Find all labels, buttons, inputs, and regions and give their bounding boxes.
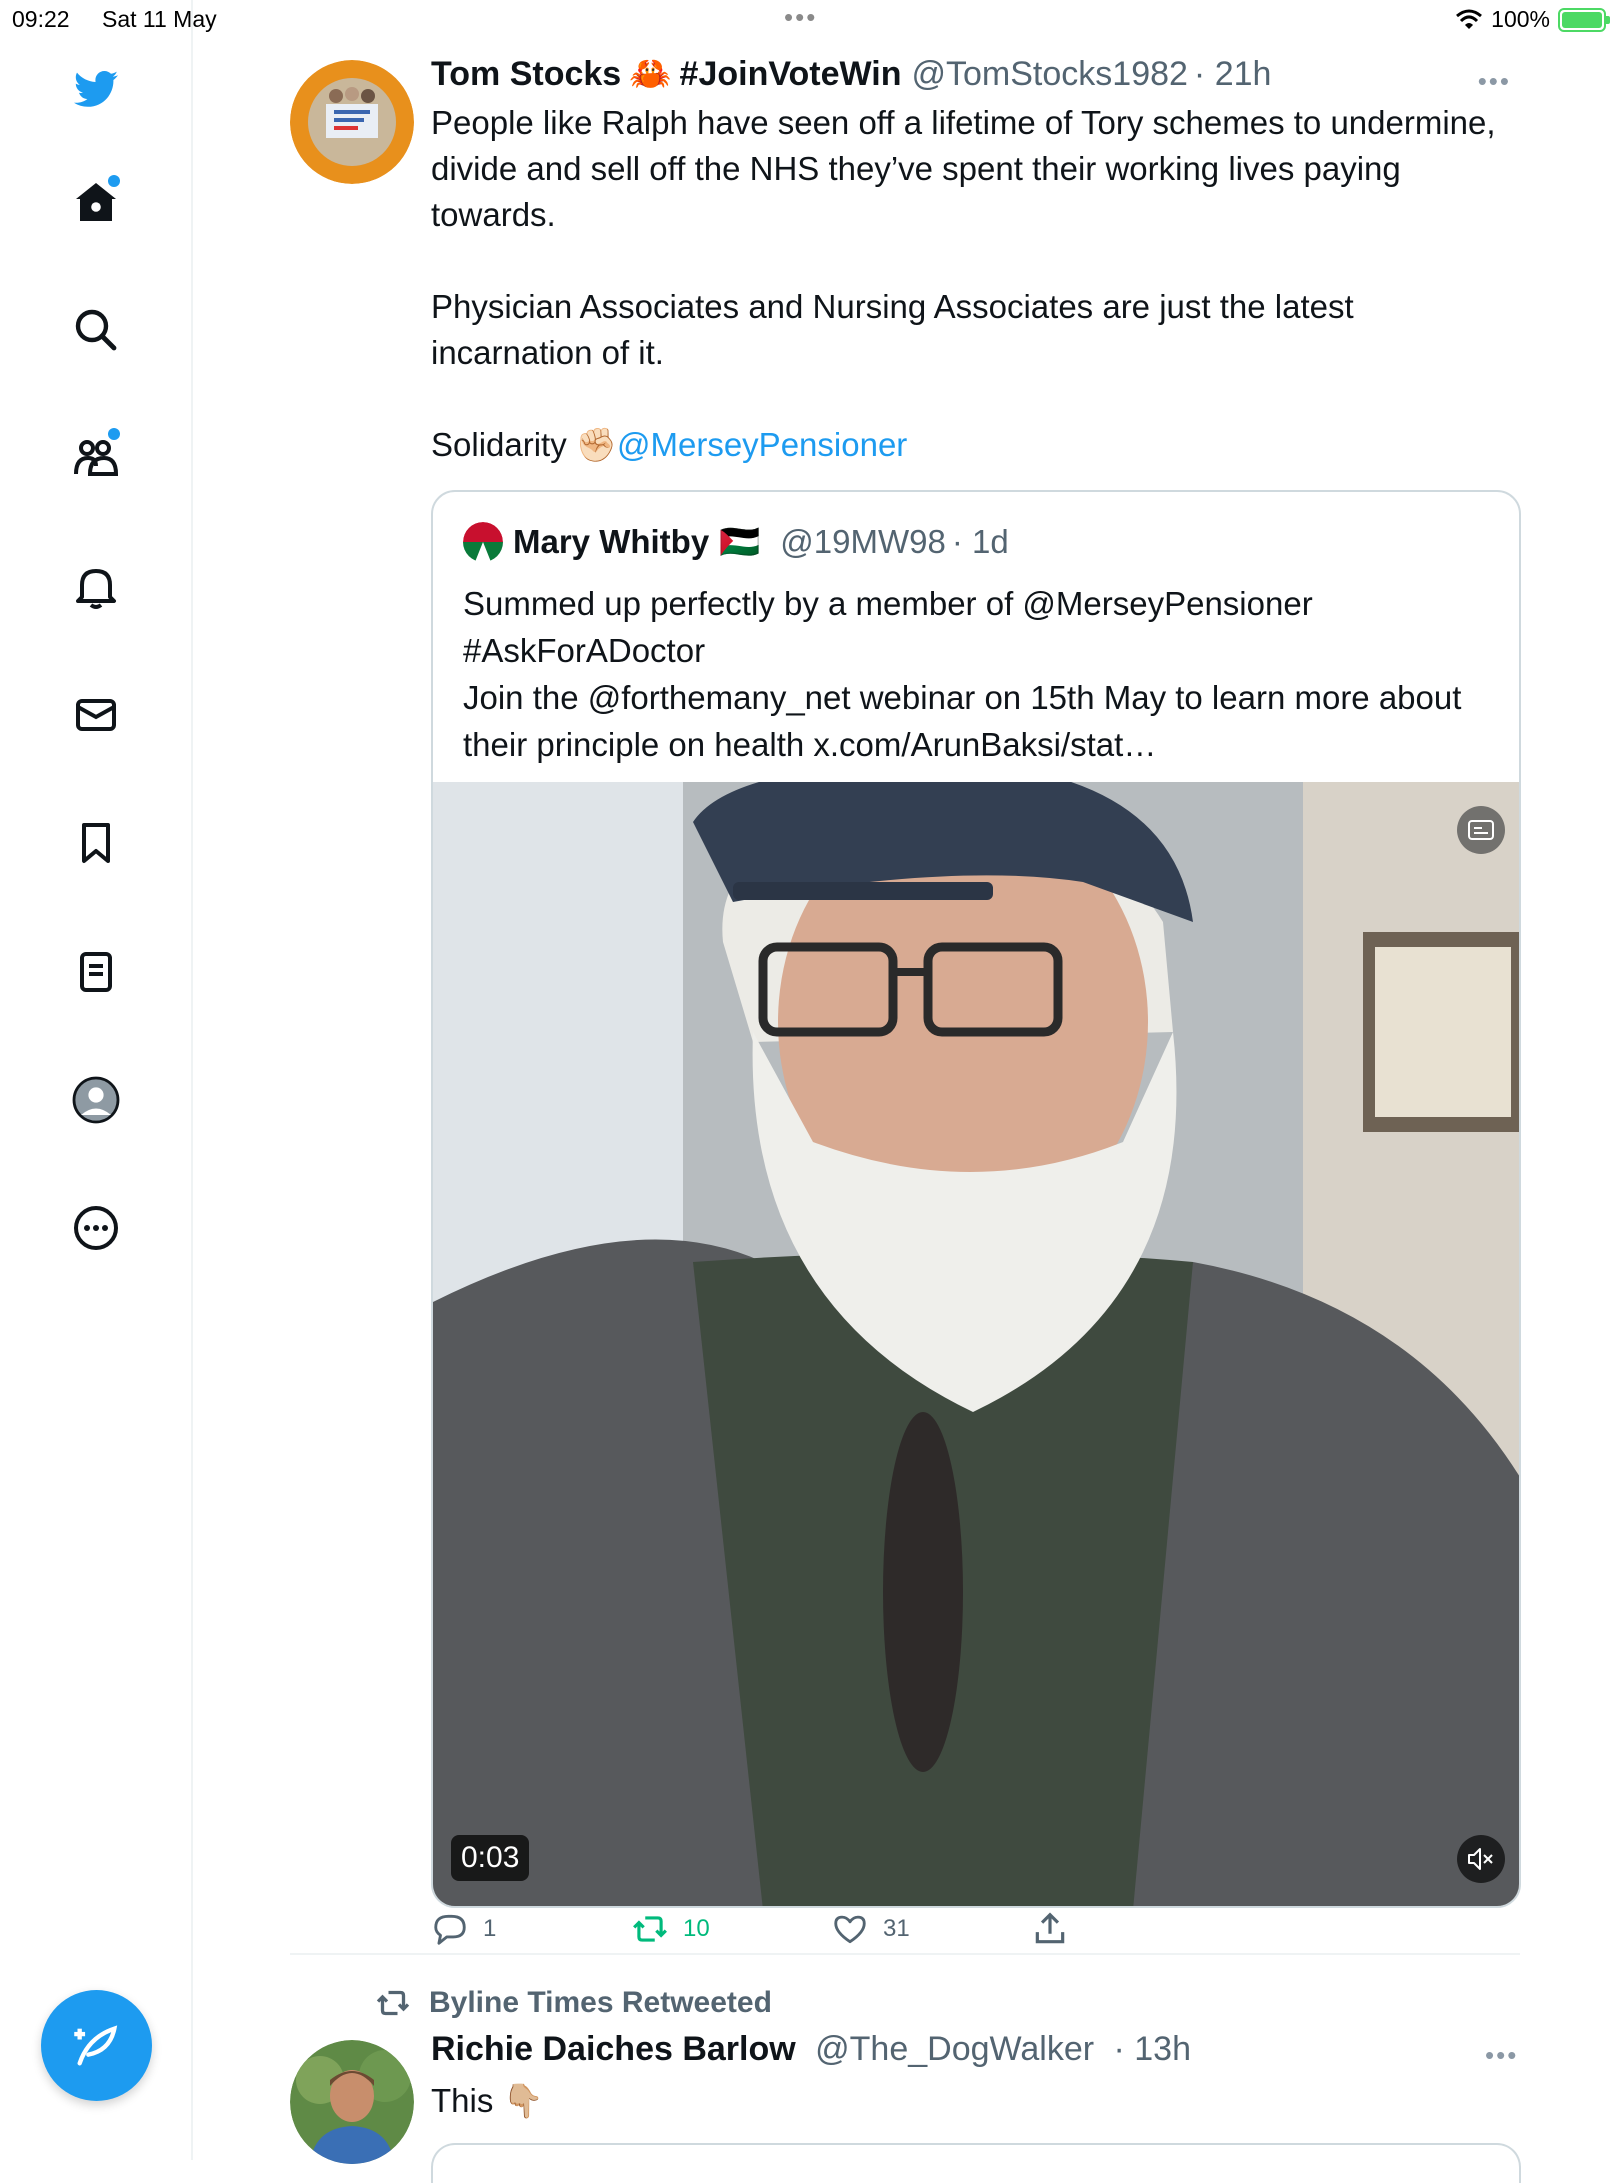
tweet-paragraph: People like Ralph have seen off a lifeti… <box>431 104 1496 233</box>
tweet-divider <box>290 1953 1520 1955</box>
retweeted-by[interactable]: Byline Times Retweeted <box>375 1985 772 2021</box>
communities-icon[interactable] <box>66 428 126 488</box>
mention-link[interactable]: @MerseyPensioner <box>617 426 907 463</box>
compose-button[interactable] <box>41 1990 152 2101</box>
communities-notification-dot <box>108 428 120 440</box>
tweet-time[interactable]: · 21h <box>1194 55 1272 94</box>
quote-header: Mary Whitby 🇵🇸 @19MW98 · 1d <box>463 522 1009 562</box>
author-name-suffix[interactable]: #JoinVoteWin <box>680 55 902 94</box>
like-button[interactable]: 31 <box>831 1910 910 1948</box>
quote-line: Summed up perfectly by a member of @Mers… <box>463 585 1313 622</box>
retweet-small-icon <box>376 1990 410 2016</box>
pointing-down-emoji: 👇🏼 <box>502 2082 544 2119</box>
tweet-header: Tom Stocks 🦀 #JoinVoteWin @TomStocks1982… <box>431 54 1511 100</box>
mail-icon[interactable] <box>66 685 126 745</box>
retweet-icon <box>633 1916 667 1942</box>
quote-author-handle[interactable]: @19MW98 <box>780 523 946 561</box>
video-duration: 0:03 <box>451 1835 530 1881</box>
tweet2-author-handle[interactable]: @The_DogWalker <box>815 2030 1094 2068</box>
reply-icon <box>434 1914 466 1945</box>
like-count: 31 <box>883 1915 910 1942</box>
quote-line: Join the @forthemany_net webinar on 15th… <box>463 679 1462 763</box>
author-avatar[interactable] <box>290 60 414 184</box>
solidarity-text: Solidarity <box>431 426 567 463</box>
tweet2-author-avatar[interactable] <box>290 2040 414 2164</box>
video-frame <box>433 782 1519 1906</box>
tweet2-header: Richie Daiches Barlow @The_DogWalker · 1… <box>431 2030 1191 2069</box>
profile-avatar-icon[interactable] <box>66 1070 126 1130</box>
quote-line: #AskForADoctor <box>463 632 706 669</box>
fist-emoji: ✊🏻 <box>575 426 617 463</box>
mute-icon[interactable] <box>1457 1835 1505 1883</box>
tweet2-author-name[interactable]: Richie Daiches Barlow <box>431 2030 796 2068</box>
retweet-button[interactable]: 10 <box>631 1910 710 1948</box>
captions-icon[interactable] <box>1457 806 1505 854</box>
quote-text: Summed up perfectly by a member of @Mers… <box>463 580 1503 768</box>
tweet2-text: This 👇🏼 <box>431 2082 544 2121</box>
timeline: Tom Stocks 🦀 #JoinVoteWin @TomStocks1982… <box>193 0 1620 2183</box>
more-options-icon[interactable]: ••• <box>1478 66 1511 97</box>
bird-logo-icon[interactable] <box>66 60 126 120</box>
tweet2-more-options-icon[interactable]: ••• <box>1485 2040 1518 2071</box>
tweet-text: People like Ralph have seen off a lifeti… <box>431 100 1511 468</box>
bookmark-icon[interactable] <box>66 813 126 873</box>
share-button[interactable] <box>1031 1910 1069 1948</box>
reply-button[interactable]: 1 <box>431 1910 496 1948</box>
quote-time[interactable]: · 1d <box>952 523 1009 561</box>
crab-emoji: 🦀 <box>629 55 672 93</box>
tweet2-time[interactable]: · 13h <box>1114 2030 1192 2068</box>
heart-icon <box>834 1915 866 1944</box>
share-icon <box>1035 1912 1065 1944</box>
retweeted-by-label: Byline Times Retweeted <box>429 1986 772 2019</box>
sidebar-nav <box>0 0 193 2160</box>
tweet-solidarity-line: Solidarity ✊🏻@MerseyPensioner <box>431 422 1511 468</box>
quote-author-avatar[interactable] <box>463 522 503 562</box>
list-icon[interactable] <box>66 942 126 1002</box>
tweet2-media-card[interactable] <box>431 2143 1521 2183</box>
home-icon[interactable] <box>66 173 126 233</box>
avatar-image <box>290 60 414 184</box>
tweet2-avatar-image <box>290 2040 414 2164</box>
reply-count: 1 <box>483 1915 497 1942</box>
video-player[interactable]: 0:03 <box>433 782 1519 1906</box>
quote-avatar-image <box>463 522 503 562</box>
author-name[interactable]: Tom Stocks <box>431 55 621 94</box>
tweet-body: Tom Stocks 🦀 #JoinVoteWin @TomStocks1982… <box>431 54 1511 468</box>
quoted-tweet[interactable]: Mary Whitby 🇵🇸 @19MW98 · 1d Summed up pe… <box>431 490 1521 1908</box>
quote-author-name[interactable]: Mary Whitby <box>513 523 709 561</box>
search-icon[interactable] <box>66 300 126 360</box>
tweet-paragraph: Physician Associates and Nursing Associa… <box>431 288 1354 371</box>
palestine-flag-emoji: 🇵🇸 <box>719 522 761 560</box>
retweet-count: 10 <box>683 1915 710 1942</box>
more-circle-icon[interactable] <box>66 1198 126 1258</box>
tweet2-text-body: This <box>431 2082 494 2119</box>
bell-icon[interactable] <box>66 557 126 617</box>
author-handle[interactable]: @TomStocks1982 <box>912 55 1188 94</box>
compose-feather-icon <box>73 2024 117 2065</box>
home-notification-dot <box>108 175 120 187</box>
